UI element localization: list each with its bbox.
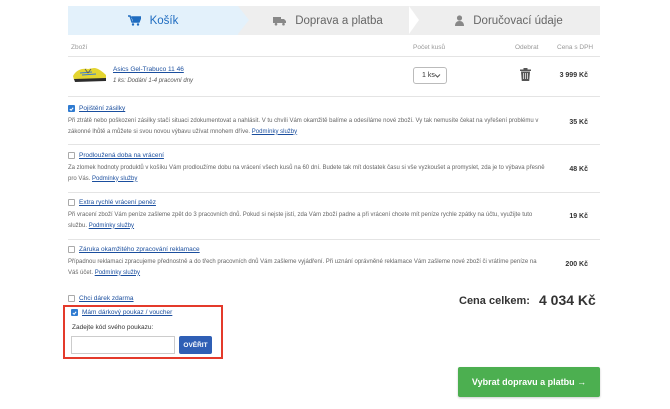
quantity-value: 1 ks: [422, 72, 435, 79]
service-description: Při vracení zboží Vám peníze zašleme zpě…: [68, 212, 533, 229]
product-availability: 1 ks: Dodání 1-4 pracovní dny: [113, 78, 194, 84]
service-title[interactable]: Pojištění zásilky: [79, 105, 125, 112]
checkbox-checked[interactable]: [71, 309, 78, 316]
step-shipping-label: Doprava a platba: [295, 14, 383, 27]
step-shipping[interactable]: Doprava a platba: [238, 6, 419, 35]
user-icon: [455, 15, 465, 26]
terms-link[interactable]: Podmínky služby: [95, 270, 140, 276]
voucher-label[interactable]: Mám dárkový poukaz / voucher: [82, 309, 172, 316]
header-product: Zboží: [71, 44, 88, 51]
service-description: Za zlomek hodnoty produktů v košíku Vám …: [68, 165, 545, 182]
terms-link[interactable]: Podmínky služby: [89, 223, 134, 229]
divider: [68, 144, 600, 145]
terms-link[interactable]: Podmínky služby: [92, 176, 137, 182]
service-description: Při ztrátě nebo poškození zásilky stačí …: [68, 118, 539, 135]
voucher-section: Mám dárkový poukaz / voucher Zadejte kód…: [63, 305, 223, 359]
total-value: 4 034 Kč: [539, 292, 596, 308]
checkout-steps: Košík Doprava a platba Doručovací údaje: [68, 6, 600, 35]
product-price: 3 999 Kč: [559, 72, 588, 79]
free-gift-option[interactable]: Chci dárek zdarma: [68, 295, 134, 302]
checkbox-unchecked[interactable]: [68, 295, 75, 302]
divider: [68, 239, 600, 240]
divider: [68, 96, 600, 97]
voucher-option[interactable]: Mám dárkový poukaz / voucher: [71, 309, 172, 316]
verify-voucher-button[interactable]: OVĚŘIT: [179, 336, 212, 354]
service-price: 19 Kč: [569, 213, 588, 220]
header-quantity: Počet kusů: [413, 44, 446, 51]
service-price: 35 Kč: [569, 119, 588, 126]
quantity-select[interactable]: 1 ks: [413, 67, 447, 84]
voucher-code-input[interactable]: [71, 336, 175, 354]
remove-item-button[interactable]: [520, 68, 531, 86]
step-cart-label: Košík: [149, 14, 179, 27]
service-instant-claim[interactable]: Záruka okamžitého zpracování reklamace: [68, 246, 200, 253]
chevron-down-icon: [434, 72, 441, 81]
product-name-link[interactable]: Asics Gel-Trabuco 11 46: [113, 66, 184, 73]
header-remove: Odebrat: [515, 44, 539, 51]
header-price: Cena s DPH: [557, 44, 594, 51]
free-gift-label[interactable]: Chci dárek zdarma: [79, 295, 134, 302]
service-title[interactable]: Prodloužená doba na vrácení: [79, 152, 164, 159]
checkbox-unchecked[interactable]: [68, 199, 75, 206]
step-cart[interactable]: Košík: [68, 6, 249, 35]
step-delivery-label: Doručovací údaje: [473, 14, 563, 27]
product-image[interactable]: [70, 64, 108, 84]
checkbox-unchecked[interactable]: [68, 152, 75, 159]
service-title[interactable]: Záruka okamžitého zpracování reklamace: [79, 246, 200, 253]
total-label: Cena celkem:: [459, 295, 530, 307]
checkbox-checked[interactable]: [68, 105, 75, 112]
service-price: 48 Kč: [569, 166, 588, 173]
terms-link[interactable]: Podmínky služby: [252, 129, 297, 135]
service-description: Případnou reklamaci zpracujeme přednostn…: [68, 259, 537, 276]
service-fast-refund[interactable]: Extra rychlé vrácení peněz: [68, 199, 156, 206]
divider: [68, 56, 600, 57]
cart-icon: [127, 15, 141, 26]
service-title[interactable]: Extra rychlé vrácení peněz: [79, 199, 156, 206]
service-extended-return[interactable]: Prodloužená doba na vrácení: [68, 152, 164, 159]
checkbox-unchecked[interactable]: [68, 246, 75, 253]
service-price: 200 Kč: [565, 261, 588, 268]
trash-icon: [520, 68, 531, 85]
service-shipping-insurance[interactable]: Pojištění zásilky: [68, 105, 125, 112]
truck-icon: [273, 16, 287, 26]
voucher-code-label: Zadejte kód svého poukazu:: [72, 324, 154, 331]
continue-to-shipping-button[interactable]: Vybrat dopravu a platbu →: [458, 367, 600, 397]
step-delivery[interactable]: Doručovací údaje: [418, 6, 600, 35]
divider: [68, 192, 600, 193]
